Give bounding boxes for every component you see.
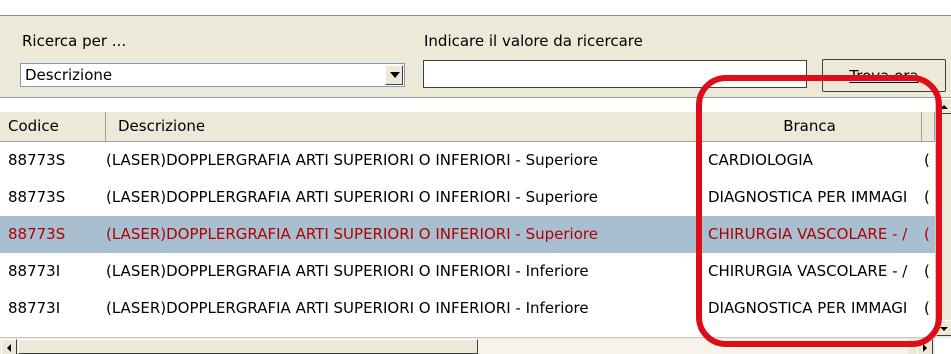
search-by-select[interactable]: Descrizione — [20, 63, 405, 87]
cell-description: (LASER)DOPPLERGRAFIA ARTI SUPERIORI O IN… — [106, 225, 598, 243]
find-now-label: Trova ora — [849, 66, 919, 85]
cell-code: 88773S — [8, 225, 66, 243]
arrow-left-icon — [7, 344, 11, 352]
cell-branch: CARDIOLOGIA — [708, 151, 813, 169]
table-row-selected[interactable]: 88773S (LASER)DOPPLERGRAFIA ARTI SUPERIO… — [0, 216, 935, 253]
cell-branch: CHIRURGIA VASCOLARE - / — [708, 262, 908, 280]
vertical-scrollbar[interactable] — [935, 98, 951, 338]
chevron-down-icon — [390, 72, 400, 78]
scroll-left-button[interactable] — [1, 339, 17, 354]
cell-code: 88773S — [8, 151, 66, 169]
results-grid: Codice Descrizione Branca 88773S (LASER)… — [0, 97, 951, 354]
cell-branch: DIAGNOSTICA PER IMMAGI — [708, 299, 908, 317]
dropdown-button[interactable] — [385, 65, 403, 85]
search-by-label: Ricerca per ... — [22, 32, 127, 50]
cell-branch: CHIRURGIA VASCOLARE - / — [708, 225, 908, 243]
cell-extra: ( — [924, 262, 930, 280]
horizontal-scroll-thumb[interactable] — [18, 339, 478, 354]
cell-description: (LASER)DOPPLERGRAFIA ARTI SUPERIORI O IN… — [106, 299, 589, 317]
column-header-description[interactable]: Descrizione — [106, 112, 698, 141]
horizontal-scroll-track[interactable] — [478, 339, 908, 354]
scroll-up-button[interactable] — [936, 98, 951, 114]
table-row[interactable]: 88773I (LASER)DOPPLERGRAFIA ARTI SUPERIO… — [0, 253, 935, 290]
table-row[interactable]: 88773S (LASER)DOPPLERGRAFIA ARTI SUPERIO… — [0, 142, 935, 179]
grid-header: Codice Descrizione Branca — [0, 112, 935, 142]
cell-description: (LASER)DOPPLERGRAFIA ARTI SUPERIORI O IN… — [106, 188, 598, 206]
column-header-extra[interactable] — [922, 112, 935, 141]
search-panel: Ricerca per ... Indicare il valore da ri… — [0, 15, 951, 98]
arrow-right-icon — [923, 344, 927, 352]
table-row[interactable]: 88773S (LASER)DOPPLERGRAFIA ARTI SUPERIO… — [0, 179, 935, 216]
cell-branch: DIAGNOSTICA PER IMMAGI — [708, 188, 908, 206]
horizontal-scrollbar[interactable] — [0, 337, 935, 354]
cell-extra: ( — [924, 188, 930, 206]
cell-extra: ( — [924, 225, 930, 243]
cell-description: (LASER)DOPPLERGRAFIA ARTI SUPERIORI O IN… — [106, 151, 598, 169]
cell-code: 88773I — [8, 262, 61, 280]
search-window: Ricerca per ... Indicare il valore da ri… — [0, 0, 951, 354]
cell-description: (LASER)DOPPLERGRAFIA ARTI SUPERIORI O IN… — [106, 262, 589, 280]
arrow-up-icon — [940, 105, 948, 109]
scroll-down-button[interactable] — [936, 320, 951, 336]
search-value-label: Indicare il valore da ricercare — [424, 32, 643, 50]
column-header-branch[interactable]: Branca — [698, 112, 922, 141]
find-now-button[interactable]: Trova ora — [822, 59, 946, 92]
search-value-input[interactable] — [423, 60, 807, 88]
column-header-code[interactable]: Codice — [0, 112, 106, 141]
arrow-down-icon — [940, 327, 948, 331]
table-row[interactable]: 88773I (LASER)DOPPLERGRAFIA ARTI SUPERIO… — [0, 290, 935, 327]
scroll-right-button[interactable] — [917, 339, 933, 354]
cell-code: 88773I — [8, 299, 61, 317]
cell-extra: ( — [924, 151, 930, 169]
cell-code: 88773S — [8, 188, 66, 206]
search-by-selected: Descrizione — [25, 66, 113, 84]
cell-extra: ( — [924, 299, 930, 317]
